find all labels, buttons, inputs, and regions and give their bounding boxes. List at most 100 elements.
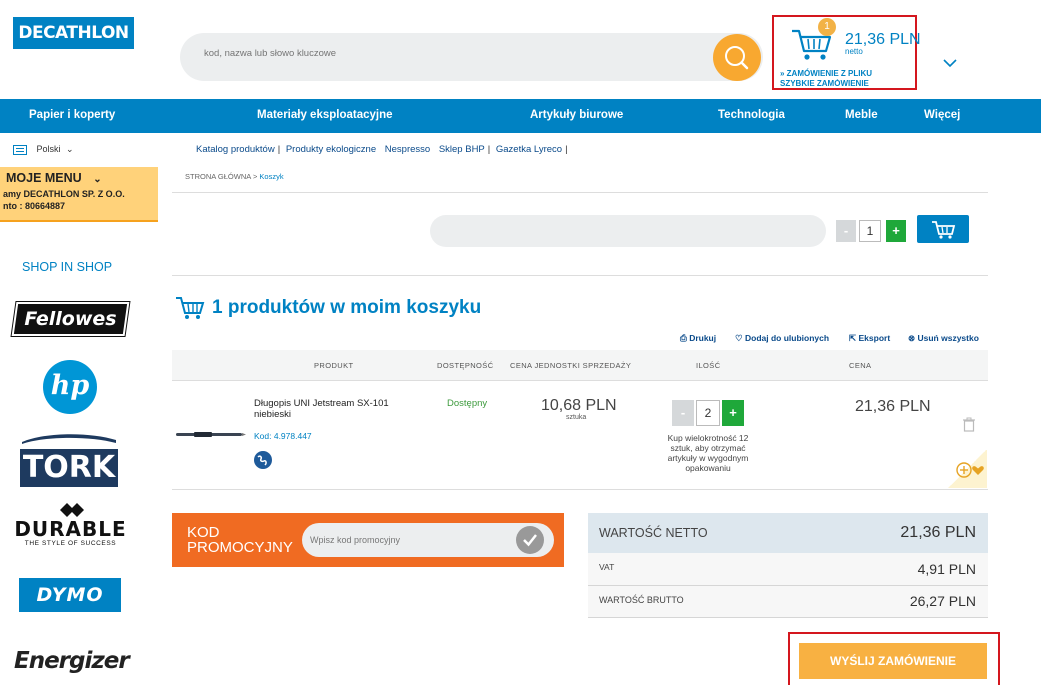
net-total-label: WARTOŚĆ NETTO — [599, 526, 708, 540]
durable-tagline: THE STYLE OF SUCCESS — [24, 540, 117, 547]
decathlon-logo[interactable]: DECATHLON — [13, 17, 134, 49]
print-icon: ⎙ — [680, 333, 687, 343]
availability-status: Dostępny — [447, 398, 488, 409]
col-qty: ILOŚĆ — [696, 361, 721, 370]
link-catalog[interactable]: Katalog produktów — [193, 144, 278, 155]
cart-netto-label: netto — [845, 47, 863, 56]
unit-price: 10,68 PLN — [541, 397, 617, 414]
promo-placeholder: Wpisz kod promocyjny — [310, 535, 401, 545]
qty-value[interactable]: 2 — [696, 400, 720, 426]
globe-icon[interactable] — [253, 450, 273, 470]
fellowes-logo-text: Fellowes — [24, 308, 117, 330]
order-from-file-link[interactable]: » ZAMÓWIENIE Z PLIKU — [780, 69, 872, 78]
quick-order-link[interactable]: SZYBKIE ZAMÓWIENIE — [780, 79, 869, 88]
brand-durable[interactable]: DURABLE THE STYLE OF SUCCESS — [8, 502, 133, 550]
remove-all-action[interactable]: ⊗ Usuń wszystko — [908, 333, 979, 344]
durable-logo-text: DURABLE — [14, 517, 127, 541]
nav-item-paper[interactable]: Papier i koperty — [29, 109, 115, 121]
link-nespresso[interactable]: Nespresso — [382, 144, 433, 155]
divider — [172, 192, 988, 193]
gross-total-value: 26,27 PLN — [909, 593, 976, 609]
link-bhp-shop[interactable]: Sklep BHP — [436, 144, 488, 155]
vat-label: VAT — [599, 562, 615, 572]
add-favorite-icon[interactable] — [955, 460, 987, 480]
search-icon — [725, 46, 749, 70]
durable-chevron-icon — [60, 503, 84, 517]
account-company: amy DECATHLON SP. Z O.O. — [3, 189, 125, 199]
nav-item-technology[interactable]: Technologia — [718, 109, 785, 121]
chevron-down-icon: ⌄ — [66, 144, 74, 154]
link-eco-products[interactable]: Produkty ekologiczne — [283, 144, 379, 155]
export-label: Eksport — [858, 333, 891, 343]
qty-minus-button[interactable]: - — [672, 400, 694, 426]
promo-submit-button[interactable] — [516, 526, 544, 554]
print-action[interactable]: ⎙ Drukuj — [680, 333, 716, 344]
brand-fellowes[interactable]: Fellowes — [11, 302, 130, 336]
send-order-button[interactable]: WYŚLIJ ZAMÓWIENIE — [799, 643, 987, 679]
quick-order-input[interactable] — [430, 215, 826, 247]
search-input[interactable] — [204, 48, 704, 59]
quick-qty-minus[interactable]: - — [836, 220, 856, 242]
product-code: Kod: 4.978.447 — [254, 431, 312, 441]
my-menu-title: MOJE MENU — [6, 171, 82, 185]
gross-total-row: WARTOŚĆ BRUTTO 26,27 PLN — [588, 586, 988, 618]
remove-icon: ⊗ — [908, 333, 916, 343]
cart-count-badge: 1 — [818, 18, 836, 36]
favorites-action[interactable]: ♡ Dodaj do ulubionych — [735, 333, 829, 344]
product-image[interactable] — [174, 430, 246, 440]
secondary-links: Katalog produktów | Produkty ekologiczne … — [193, 144, 568, 155]
link-lyreco-leaflet[interactable]: Gazetka Lyreco — [493, 144, 565, 155]
brand-energizer[interactable]: Energizer — [14, 648, 130, 680]
breadcrumb-current: Koszyk — [259, 172, 284, 181]
heart-icon: ♡ — [735, 333, 743, 343]
search-bar — [180, 33, 763, 81]
export-icon: ⇱ — [849, 333, 857, 343]
nav-item-consumables[interactable]: Materiały eksploatacyjne — [257, 109, 393, 121]
vat-row: VAT 4,91 PLN — [588, 553, 988, 586]
my-menu[interactable]: MOJE MENU ⌄ amy DECATHLON SP. Z O.O. nto… — [0, 167, 158, 222]
net-total-row: WARTOŚĆ NETTO 21,36 PLN — [588, 513, 988, 553]
nav-item-office-supplies[interactable]: Artykuły biurowe — [530, 109, 623, 121]
shop-in-shop-heading: SHOP IN SHOP — [22, 260, 113, 274]
account-number: nto : 80664887 — [3, 201, 66, 211]
promo-code-section: KOD PROMOCYJNY Wpisz kod promocyjny — [172, 513, 564, 567]
dymo-logo-text: DYMO — [36, 584, 104, 606]
remove-all-label: Usuń wszystko — [917, 333, 979, 343]
print-label: Drukuj — [689, 333, 717, 343]
col-availability: DOSTĘPNOŚĆ — [437, 361, 494, 370]
trash-icon[interactable] — [962, 417, 976, 432]
brand-hp[interactable]: hp — [43, 360, 97, 414]
breadcrumb: STRONA GŁÓWNA > Koszyk — [185, 172, 284, 181]
add-to-cart-button[interactable] — [917, 215, 969, 243]
search-button[interactable] — [713, 34, 761, 81]
chevron-down-icon[interactable] — [942, 57, 958, 69]
divider — [172, 489, 988, 490]
col-unit-price: CENA JEDNOSTKI SPRZEDAŻY — [510, 361, 632, 370]
brand-dymo[interactable]: DYMO — [19, 578, 121, 612]
hp-logo-text: hp — [50, 370, 90, 401]
chevron-down-icon: ⌄ — [93, 174, 102, 185]
divider — [172, 275, 988, 276]
nav-item-furniture[interactable]: Meble — [845, 109, 878, 121]
brand-tork[interactable]: TORK — [20, 430, 118, 487]
favorites-label: Dodaj do ulubionych — [745, 333, 830, 343]
cart-title: 1 produktów w moim koszyku — [212, 297, 482, 318]
qty-plus-button[interactable]: + — [722, 400, 744, 426]
main-nav: Papier i koperty Materiały eksploatacyjn… — [0, 99, 1041, 133]
vat-value: 4,91 PLN — [917, 561, 976, 577]
gross-total-label: WARTOŚĆ BRUTTO — [599, 595, 684, 605]
table-header: PRODUKT DOSTĘPNOŚĆ CENA JEDNOSTKI SPRZED… — [172, 350, 988, 381]
cart-icon — [176, 297, 205, 319]
export-action[interactable]: ⇱ Eksport — [849, 333, 890, 344]
product-name[interactable]: Długopis UNI Jetstream SX-101 niebieski — [254, 398, 404, 420]
breadcrumb-home[interactable]: STRONA GŁÓWNA — [185, 172, 251, 181]
cart-icon — [932, 221, 956, 239]
quick-qty-plus[interactable]: + — [886, 220, 906, 242]
language-selector[interactable]: Polski ⌄ — [13, 144, 74, 155]
language-label: Polski — [36, 144, 61, 154]
quick-qty-value[interactable]: 1 — [859, 220, 881, 242]
promo-code-input[interactable]: Wpisz kod promocyjny — [302, 523, 554, 557]
multi-pack-note: Kup wielokrotność 12 sztuk, aby otrzymać… — [667, 433, 749, 473]
nav-item-more[interactable]: Więcej — [924, 109, 960, 121]
row-price: 21,36 PLN — [855, 398, 931, 415]
